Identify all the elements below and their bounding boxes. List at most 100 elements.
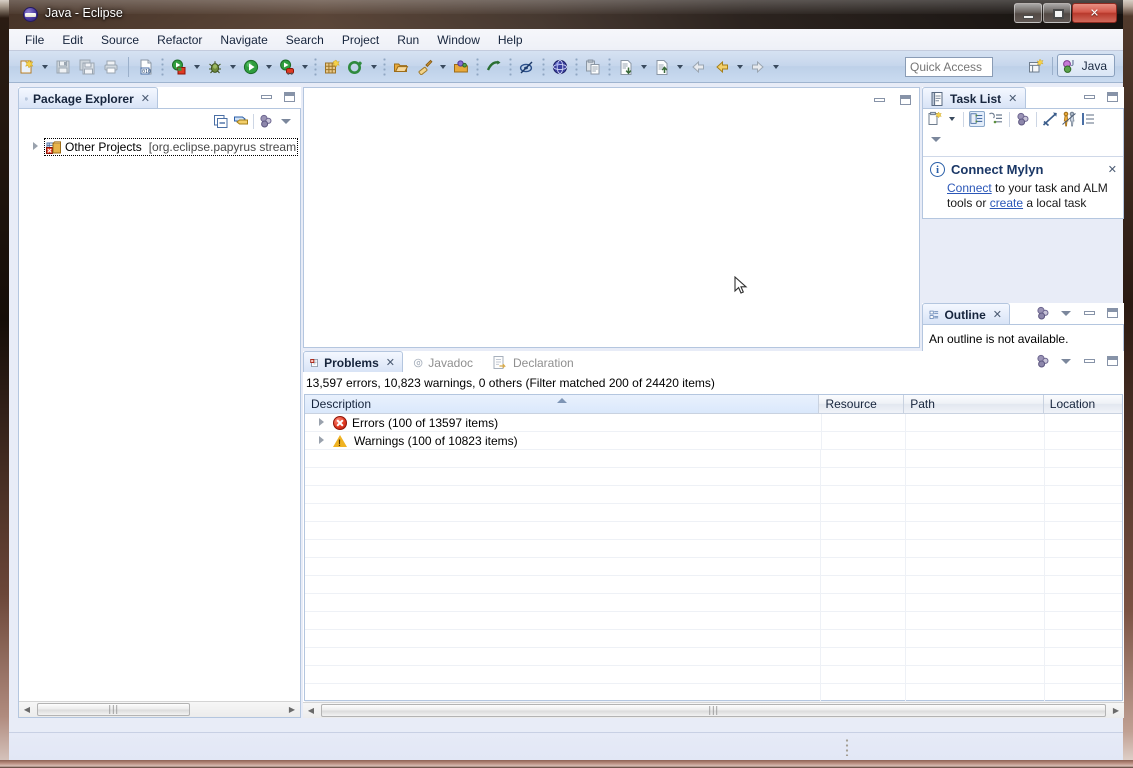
menu-refactor[interactable]: Refactor [148, 31, 211, 49]
close-icon[interactable]: ✕ [1008, 93, 1017, 104]
next-annotation-icon[interactable] [614, 55, 638, 79]
toggle-breakpoint-icon[interactable] [515, 55, 539, 79]
package-explorer-hscrollbar[interactable]: ◀ ||| ▶ [19, 701, 300, 717]
menu-window[interactable]: Window [428, 31, 489, 49]
new-wizard-icon[interactable] [15, 55, 39, 79]
run-dropdown-icon[interactable] [263, 55, 275, 79]
save-all-icon[interactable] [75, 55, 99, 79]
perspective-java-button[interactable]: J Java [1056, 54, 1115, 77]
quick-access-input[interactable] [905, 57, 993, 77]
coverage-icon[interactable] [275, 55, 299, 79]
forward-icon[interactable] [746, 55, 770, 79]
toggle-breadcrumb-icon[interactable]: 010 [134, 55, 158, 79]
synchronize-changed-icon[interactable] [1061, 111, 1077, 127]
scheduled-presentation-icon[interactable] [988, 111, 1004, 127]
scroll-track[interactable]: ||| [35, 702, 284, 717]
status-grip-icon[interactable] [845, 738, 849, 756]
menu-file[interactable]: File [16, 31, 53, 49]
tab-task-list[interactable]: Task List ✕ [922, 87, 1026, 109]
column-header-resource[interactable]: Resource [819, 395, 905, 413]
menu-edit[interactable]: Edit [53, 31, 92, 49]
maximize-view-button[interactable] [281, 89, 297, 105]
minimize-editor-button[interactable] [871, 92, 887, 108]
table-row[interactable]: Errors (100 of 13597 items) [305, 413, 1122, 432]
collapse-all-icon[interactable] [213, 113, 229, 129]
tab-package-explorer[interactable]: Package Explorer ✕ [18, 87, 158, 109]
new-java-project-icon[interactable] [320, 55, 344, 79]
expand-arrow-icon[interactable] [31, 141, 42, 152]
focus-on-workweek-icon[interactable] [1042, 111, 1058, 127]
collapse-all-icon[interactable] [1080, 111, 1096, 127]
maximize-view-button[interactable] [1104, 353, 1120, 369]
maximize-view-button[interactable] [1104, 89, 1120, 105]
print-icon[interactable] [99, 55, 123, 79]
minimize-button[interactable] [1014, 3, 1042, 23]
expand-arrow-icon[interactable] [317, 435, 328, 446]
menu-run[interactable]: Run [388, 31, 428, 49]
menu-project[interactable]: Project [333, 31, 388, 49]
tab-problems[interactable]: Problems ✕ [303, 351, 403, 373]
column-header-location[interactable]: Location [1044, 395, 1122, 413]
external-tools-dropdown-icon[interactable] [191, 55, 203, 79]
menu-source[interactable]: Source [92, 31, 148, 49]
view-filter-icon[interactable] [258, 113, 274, 129]
link-with-editor-icon[interactable] [233, 113, 249, 129]
scroll-thumb[interactable]: ||| [37, 703, 190, 716]
table-row[interactable]: Warnings (100 of 10823 items) [305, 431, 1122, 450]
menu-help[interactable]: Help [489, 31, 532, 49]
editor-area[interactable] [303, 87, 920, 348]
paste-icon[interactable] [581, 55, 605, 79]
view-menu-icon[interactable] [278, 113, 294, 129]
task-filter-icon[interactable] [1015, 111, 1031, 127]
view-filter-icon[interactable] [1035, 305, 1051, 321]
new-task-icon[interactable] [927, 111, 943, 127]
close-icon[interactable]: ✕ [141, 93, 150, 104]
close-icon[interactable]: ✕ [1108, 163, 1117, 176]
column-header-path[interactable]: Path [904, 395, 1044, 413]
scroll-left-arrow-icon[interactable]: ◀ [19, 702, 35, 717]
open-type-icon[interactable] [389, 55, 413, 79]
create-link[interactable]: create [990, 196, 1023, 210]
back-icon[interactable] [686, 55, 710, 79]
close-icon[interactable]: ✕ [386, 357, 395, 368]
maximize-editor-button[interactable] [897, 92, 913, 108]
scroll-track[interactable]: ||| [319, 703, 1108, 718]
maximize-view-button[interactable] [1104, 305, 1120, 321]
forward-back-icon[interactable] [710, 55, 734, 79]
scroll-thumb[interactable]: ||| [321, 704, 1106, 717]
tab-outline[interactable]: Outline ✕ [922, 303, 1010, 325]
quick-access-field[interactable] [905, 57, 993, 77]
scroll-right-arrow-icon[interactable]: ▶ [284, 702, 300, 717]
categorized-presentation-icon[interactable] [969, 111, 985, 127]
restore-button[interactable] [1043, 3, 1071, 23]
coverage-dropdown-icon[interactable] [299, 55, 311, 79]
expand-arrow-icon[interactable] [317, 417, 328, 428]
tab-javadoc[interactable]: Javadoc [406, 351, 481, 373]
connect-link[interactable]: Connect [947, 181, 992, 195]
menu-search[interactable]: Search [277, 31, 333, 49]
previous-annotation-dropdown-icon[interactable] [674, 55, 686, 79]
new-wizard-dropdown-icon[interactable] [39, 55, 51, 79]
view-menu-icon[interactable] [928, 131, 944, 147]
save-icon[interactable] [51, 55, 75, 79]
previous-annotation-icon[interactable] [650, 55, 674, 79]
minimize-view-button[interactable] [1081, 89, 1097, 105]
view-menu-icon[interactable] [1058, 353, 1074, 369]
scroll-right-arrow-icon[interactable]: ▶ [1108, 703, 1124, 718]
new-class-dropdown-icon[interactable] [368, 55, 380, 79]
tree-item-other-projects[interactable]: Other Projects [org.eclipse.papyrus stre… [19, 137, 300, 156]
view-menu-icon[interactable] [1058, 305, 1074, 321]
skip-breakpoints-icon[interactable] [482, 55, 506, 79]
debug-icon[interactable] [203, 55, 227, 79]
open-browser-icon[interactable] [548, 55, 572, 79]
menu-navigate[interactable]: Navigate [211, 31, 276, 49]
debug-dropdown-icon[interactable] [227, 55, 239, 79]
close-icon[interactable]: ✕ [993, 309, 1002, 320]
problems-hscrollbar[interactable]: ◀ ||| ▶ [303, 702, 1124, 718]
new-task-dropdown-icon[interactable] [946, 111, 958, 127]
view-filter-icon[interactable] [1035, 353, 1051, 369]
run-icon[interactable] [239, 55, 263, 79]
papyrus-icon[interactable] [449, 55, 473, 79]
new-class-icon[interactable] [344, 55, 368, 79]
minimize-view-button[interactable] [1081, 353, 1097, 369]
